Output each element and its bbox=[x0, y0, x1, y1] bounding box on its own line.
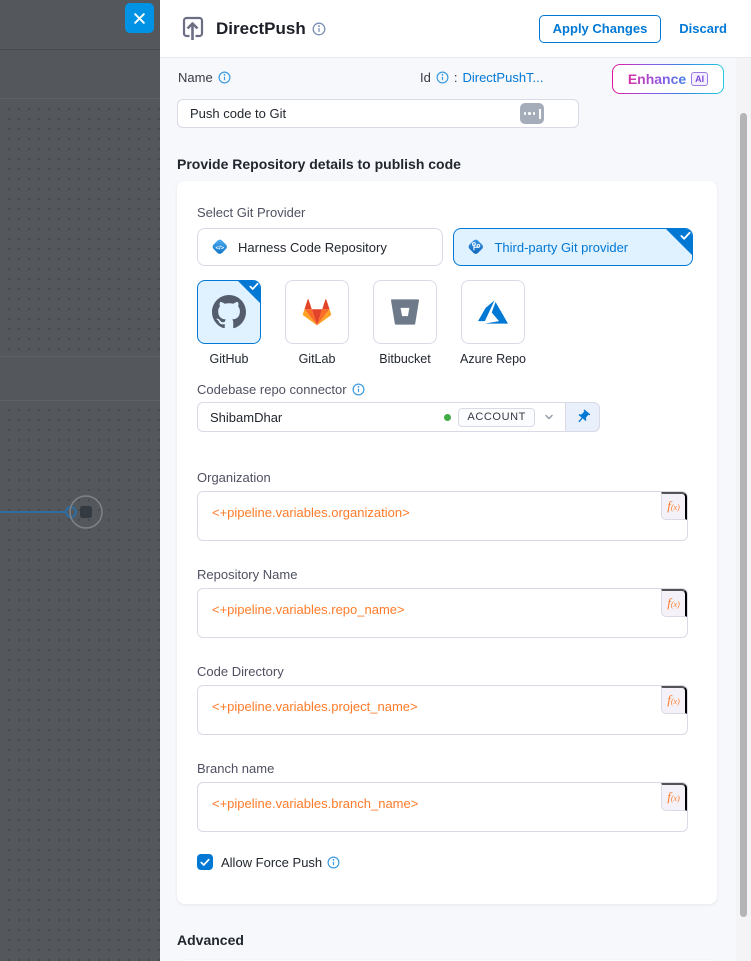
step-info-icon[interactable] bbox=[312, 22, 326, 36]
expression-fx-button[interactable]: f (x) bbox=[661, 783, 687, 811]
chevron-down-icon bbox=[543, 411, 555, 423]
connector-pin-button[interactable] bbox=[566, 402, 600, 432]
svg-text:</>: </> bbox=[216, 245, 225, 251]
force-push-label: Allow Force Push bbox=[221, 855, 322, 870]
step-header: DirectPush Apply Changes Discard bbox=[160, 0, 751, 58]
canvas-dot-grid bbox=[0, 401, 160, 961]
id-info-icon[interactable] bbox=[436, 71, 449, 84]
name-field-label: Name bbox=[178, 70, 213, 85]
ellipsis-icon bbox=[524, 112, 527, 115]
advanced-section-heading: Advanced bbox=[177, 932, 717, 948]
branch-name-value: <+pipeline.variables.branch_name> bbox=[212, 796, 418, 811]
direct-push-step-icon bbox=[180, 15, 206, 43]
repo-section-heading: Provide Repository details to publish co… bbox=[177, 156, 717, 172]
connector-value: ShibamDhar bbox=[210, 410, 444, 425]
connector-dropdown-button[interactable] bbox=[535, 411, 557, 423]
step-config-body: Name Id : DirectPushT... Enhance AI bbox=[160, 58, 751, 961]
canvas-stage-band bbox=[0, 356, 160, 401]
expression-fx-button[interactable]: f (x) bbox=[661, 686, 687, 714]
close-icon bbox=[133, 12, 146, 25]
azure-icon bbox=[478, 297, 508, 327]
scrollbar-track[interactable] bbox=[736, 58, 751, 961]
enhance-ai-button[interactable]: Enhance AI bbox=[612, 64, 724, 94]
provider-tile-label: Bitbucket bbox=[379, 352, 430, 366]
connector-input[interactable]: ShibamDhar ACCOUNT bbox=[197, 402, 566, 432]
connector-info-icon[interactable] bbox=[352, 383, 365, 396]
id-colon: : bbox=[454, 70, 458, 85]
harness-code-icon: </> bbox=[210, 237, 230, 257]
repository-name-value: <+pipeline.variables.repo_name> bbox=[212, 602, 405, 617]
git-branch-icon bbox=[466, 237, 486, 257]
organization-value: <+pipeline.variables.organization> bbox=[212, 505, 410, 520]
expression-fx-button[interactable]: f (x) bbox=[661, 589, 687, 617]
provider-option-label: Third-party Git provider bbox=[494, 240, 628, 255]
provider-tile-azure[interactable] bbox=[461, 280, 525, 344]
step-id-value[interactable]: DirectPushT... bbox=[462, 70, 543, 85]
id-label: Id bbox=[420, 70, 431, 85]
provider-tile-label: Azure Repo bbox=[460, 352, 526, 366]
canvas-header-band bbox=[0, 51, 160, 99]
discard-button[interactable]: Discard bbox=[679, 21, 727, 36]
page-title: DirectPush bbox=[216, 19, 306, 39]
branch-name-label: Branch name bbox=[197, 761, 693, 776]
expression-toggle-button[interactable] bbox=[520, 103, 544, 124]
repository-name-label: Repository Name bbox=[197, 567, 693, 582]
pin-icon bbox=[575, 409, 591, 425]
name-info-icon[interactable] bbox=[218, 71, 231, 84]
scrollbar-thumb[interactable] bbox=[740, 113, 747, 917]
apply-changes-button[interactable]: Apply Changes bbox=[539, 15, 662, 43]
force-push-checkbox[interactable] bbox=[197, 854, 213, 870]
repo-details-card: Select Git Provider </> Harness Code Rep… bbox=[177, 181, 717, 904]
gitlab-icon bbox=[300, 295, 334, 329]
connector-scope-badge[interactable]: ACCOUNT bbox=[458, 408, 535, 427]
ai-badge: AI bbox=[691, 72, 708, 86]
branch-name-input[interactable]: <+pipeline.variables.branch_name> f (x) bbox=[197, 782, 688, 832]
connector-status-dot bbox=[444, 414, 451, 421]
expression-fx-button[interactable]: f (x) bbox=[661, 492, 687, 520]
provider-option-label: Harness Code Repository bbox=[238, 240, 387, 255]
bitbucket-icon bbox=[391, 298, 419, 326]
selected-check-icon bbox=[666, 229, 692, 255]
provider-tile-github[interactable] bbox=[197, 280, 261, 344]
organization-input[interactable]: <+pipeline.variables.organization> f (x) bbox=[197, 491, 688, 541]
pipeline-canvas-dimmed bbox=[0, 0, 160, 961]
provider-tile-gitlab[interactable] bbox=[285, 280, 349, 344]
provider-option-harness[interactable]: </> Harness Code Repository bbox=[197, 228, 443, 266]
name-input[interactable] bbox=[177, 99, 579, 128]
enhance-label: Enhance bbox=[628, 71, 686, 87]
force-push-info-icon[interactable] bbox=[327, 856, 340, 869]
code-directory-label: Code Directory bbox=[197, 664, 693, 679]
cursor-bar-icon bbox=[539, 109, 541, 119]
check-icon bbox=[200, 858, 210, 867]
provider-tile-bitbucket[interactable] bbox=[373, 280, 437, 344]
provider-option-thirdparty[interactable]: Third-party Git provider bbox=[453, 228, 693, 266]
connector-label: Codebase repo connector bbox=[197, 382, 347, 397]
provider-tile-label: GitHub bbox=[210, 352, 249, 366]
pipeline-end-node[interactable] bbox=[0, 494, 110, 534]
code-directory-input[interactable]: <+pipeline.variables.project_name> f (x) bbox=[197, 685, 688, 735]
step-config-screen: DirectPush Apply Changes Discard Name Id bbox=[0, 0, 751, 961]
provider-tile-label: GitLab bbox=[299, 352, 336, 366]
git-provider-label: Select Git Provider bbox=[197, 205, 693, 220]
close-panel-button[interactable] bbox=[125, 3, 154, 33]
canvas-dot-grid bbox=[0, 100, 160, 356]
repository-name-input[interactable]: <+pipeline.variables.repo_name> f (x) bbox=[197, 588, 688, 638]
code-directory-value: <+pipeline.variables.project_name> bbox=[212, 699, 418, 714]
organization-label: Organization bbox=[197, 470, 693, 485]
selected-check-icon bbox=[238, 281, 260, 303]
